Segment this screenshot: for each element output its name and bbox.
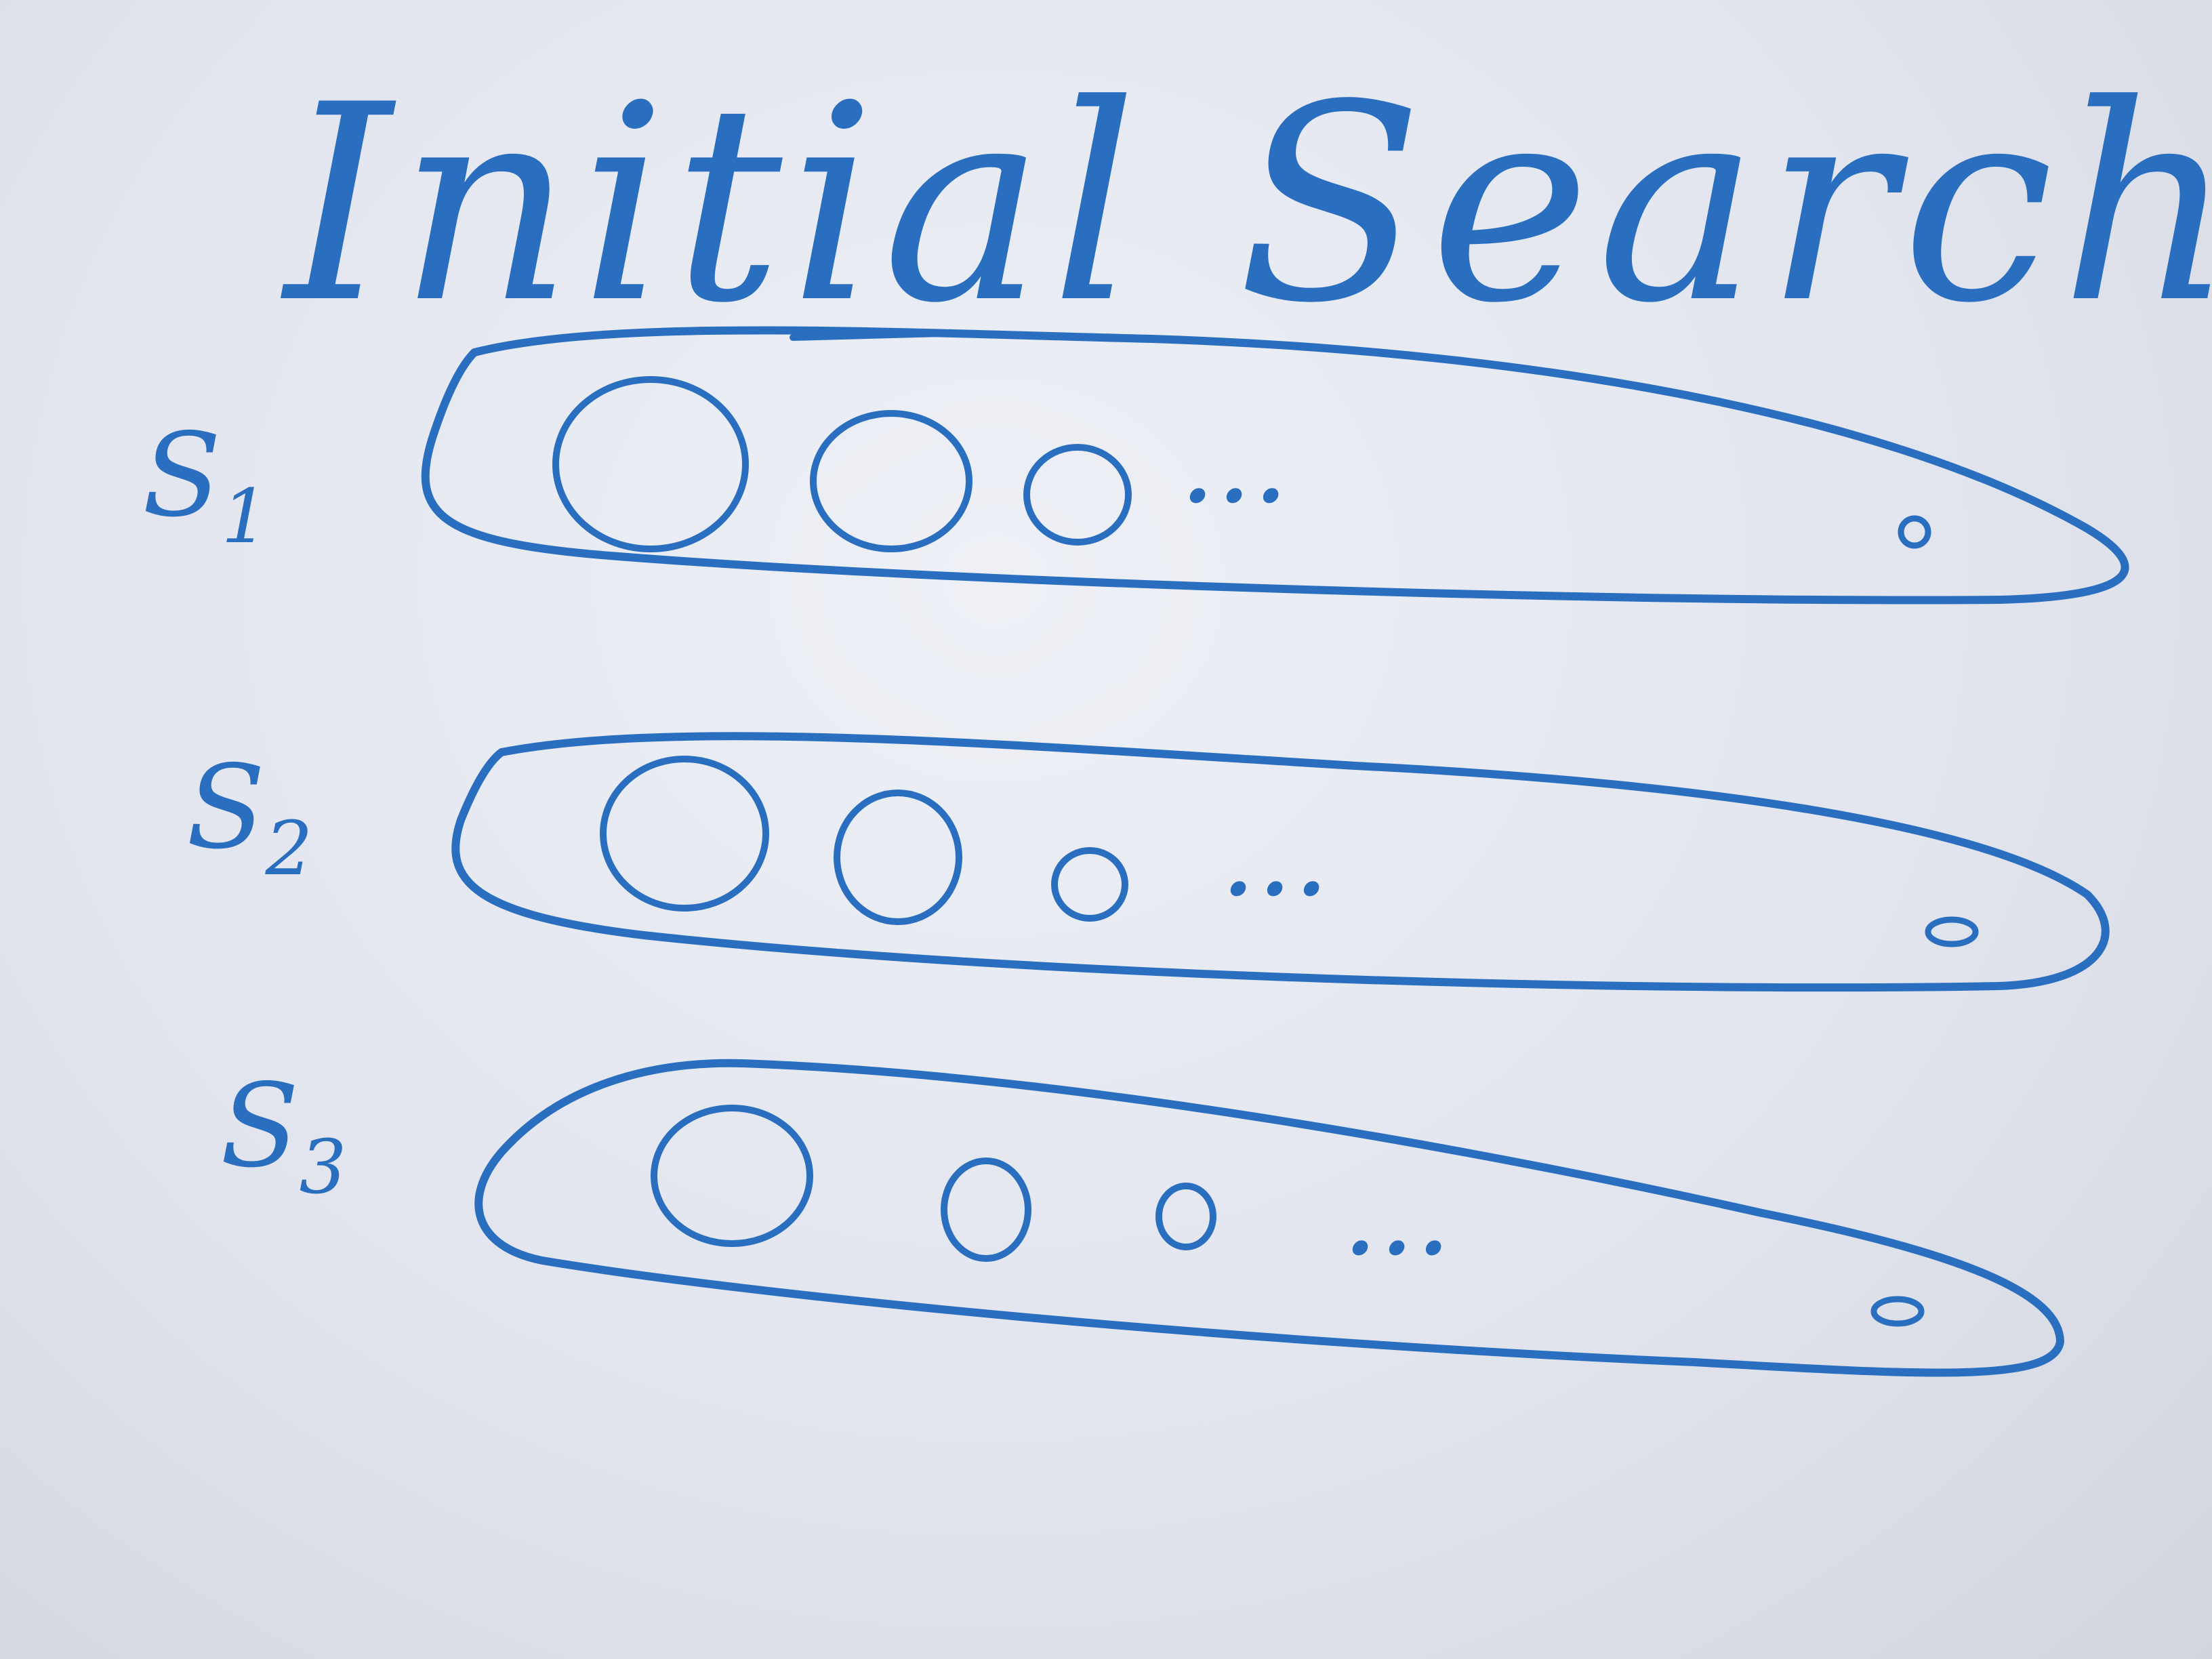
set-1-ellipsis: ... [1179,395,1289,529]
diagram-title: Initial Search Space [281,47,2212,363]
set-2-element-2 [834,790,962,925]
set-1-element-3 [1023,444,1132,546]
set-1-group: S1 ... [142,326,2129,605]
set-2-ellipsis: ... [1220,788,1330,922]
set-2-element-1 [600,756,769,912]
set-1-stroke-mark [790,330,945,341]
set-1-label: S1 [142,409,268,560]
set-2-label: S2 [186,741,312,892]
set-1-element-2 [810,410,972,552]
set-1-element-last [1898,515,1931,549]
set-2-element-last [1925,916,1979,947]
set-2-element-3 [1051,847,1128,922]
whiteboard: Initial Search Space S1 ... S2 ... S3 [0,0,2212,1659]
set-3-label: S3 [220,1059,346,1210]
set-2-group: S2 ... [186,732,2110,992]
whiteboard-drawing: Initial Search Space S1 ... S2 ... S3 [142,47,2212,1377]
set-1-element-1 [552,376,749,552]
set-3-element-1 [651,1105,813,1247]
set-3-element-last [1870,1296,1925,1327]
set-3-element-3 [1155,1183,1216,1250]
set-3-group: S3 ... [220,1059,2064,1377]
set-3-element-2 [941,1158,1031,1262]
set-3-ellipsis: ... [1342,1147,1452,1282]
